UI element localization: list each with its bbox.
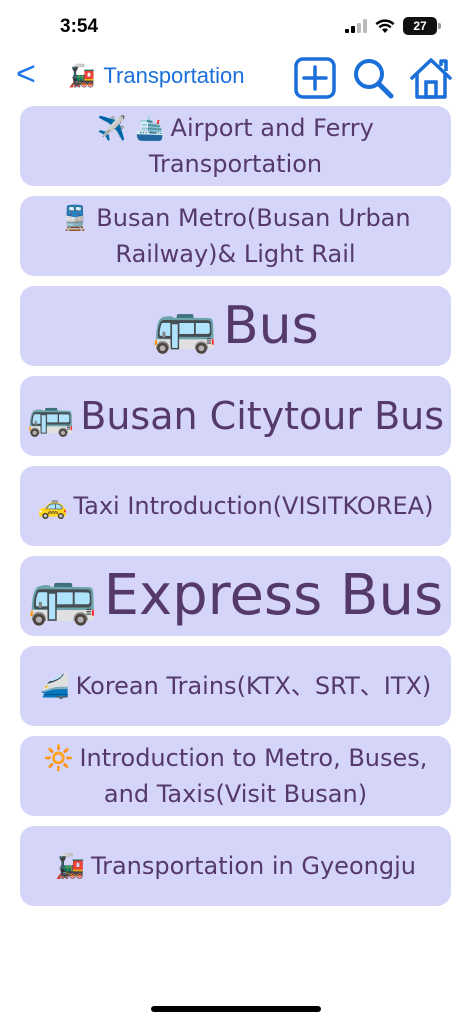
list-item-label: Busan Citytour Bus [80,394,445,438]
status-icons: 27 [345,17,441,35]
list-item-bus[interactable]: 🚌 Bus [20,286,451,366]
list-item-visit-busan[interactable]: 🔆 Introduction to Metro, Buses, and Taxis… [20,736,451,816]
list-item-label: Airport and Ferry Transportation [148,114,374,178]
status-time: 3:54 [60,16,99,37]
list-item-label: Introduction to Metro, Buses, and Taxis(… [79,744,428,808]
home-indicator[interactable] [151,1006,321,1012]
list-item-korean-trains[interactable]: 🚄 Korean Trains(KTX、SRT、ITX) [20,646,451,726]
train-icon: 🚆 [60,204,91,232]
list-item-label: Bus [223,296,319,356]
sun-icon: 🔆 [43,744,74,772]
list-item-content: 🚆 Busan Metro(Busan Urban Railway)& Light… [26,200,445,272]
page-title-label: Transportation [103,63,245,88]
list-item-label: Korean Trains(KTX、SRT、ITX) [75,672,432,700]
bullet-train-icon: 🚄 [39,672,70,700]
list-item-content: 🔆 Introduction to Metro, Buses, and Taxis… [26,740,445,812]
page-title: 🚂 Transportation [68,60,244,92]
home-icon [410,58,452,99]
list-item-express-bus[interactable]: 🚌 Express Bus [20,556,451,636]
nav-actions [293,56,453,100]
list-item-airport-ferry[interactable]: ✈️ 🛳️ Airport and Ferry Transportation [20,106,451,186]
list-item-content: 🚌 Bus [152,297,318,355]
bus-icon: 🚌 [26,394,75,438]
list-item-content: 🚌 Express Bus [28,565,443,627]
back-button[interactable]: < [16,56,50,96]
search-icon [354,59,394,99]
airplane-ship-icon: ✈️ 🛳️ [97,114,165,142]
list-item-content: 🚕 Taxi Introduction(VISITKOREA) [38,488,434,524]
status-bar: 3:54 27 [0,0,471,52]
list-item-taxi[interactable]: 🚕 Taxi Introduction(VISITKOREA) [20,466,451,546]
list-item-content: 🚄 Korean Trains(KTX、SRT、ITX) [40,668,432,704]
search-button[interactable] [351,56,395,100]
add-icon [294,57,336,99]
list-item-content: ✈️ 🛳️ Airport and Ferry Transportation [26,110,445,182]
list-item-content: 🚂 Transportation in Gyeongju [55,848,416,884]
battery-level: 27 [413,19,427,33]
list-item-label: Busan Metro(Busan Urban Railway)& Light … [96,204,411,268]
add-button[interactable] [293,56,337,100]
bus-icon: 🚌 [27,563,98,628]
bus-icon: 🚌 [152,296,217,356]
transportation-list: ✈️ 🛳️ Airport and Ferry Transportation 🚆 B… [20,106,451,916]
locomotive-icon: 🚂 [55,852,85,880]
nav-bar: < 🚂 Transportation [0,52,471,100]
battery-icon: 27 [403,17,441,35]
list-item-content: 🚌 Busan Citytour Bus [27,395,444,437]
list-item-citytour-bus[interactable]: 🚌 Busan Citytour Bus [20,376,451,456]
list-item-label: Express Bus [103,563,444,628]
locomotive-icon: 🚂 [68,63,96,88]
list-item-label: Transportation in Gyeongju [90,852,416,880]
cellular-signal-icon [345,19,367,33]
taxi-icon: 🚕 [37,492,68,520]
list-item-busan-metro[interactable]: 🚆 Busan Metro(Busan Urban Railway)& Light… [20,196,451,276]
list-item-label: Taxi Introduction(VISITKOREA) [73,492,434,520]
wifi-icon [375,18,395,33]
list-item-gyeongju[interactable]: 🚂 Transportation in Gyeongju [20,826,451,906]
home-button[interactable] [409,56,453,100]
